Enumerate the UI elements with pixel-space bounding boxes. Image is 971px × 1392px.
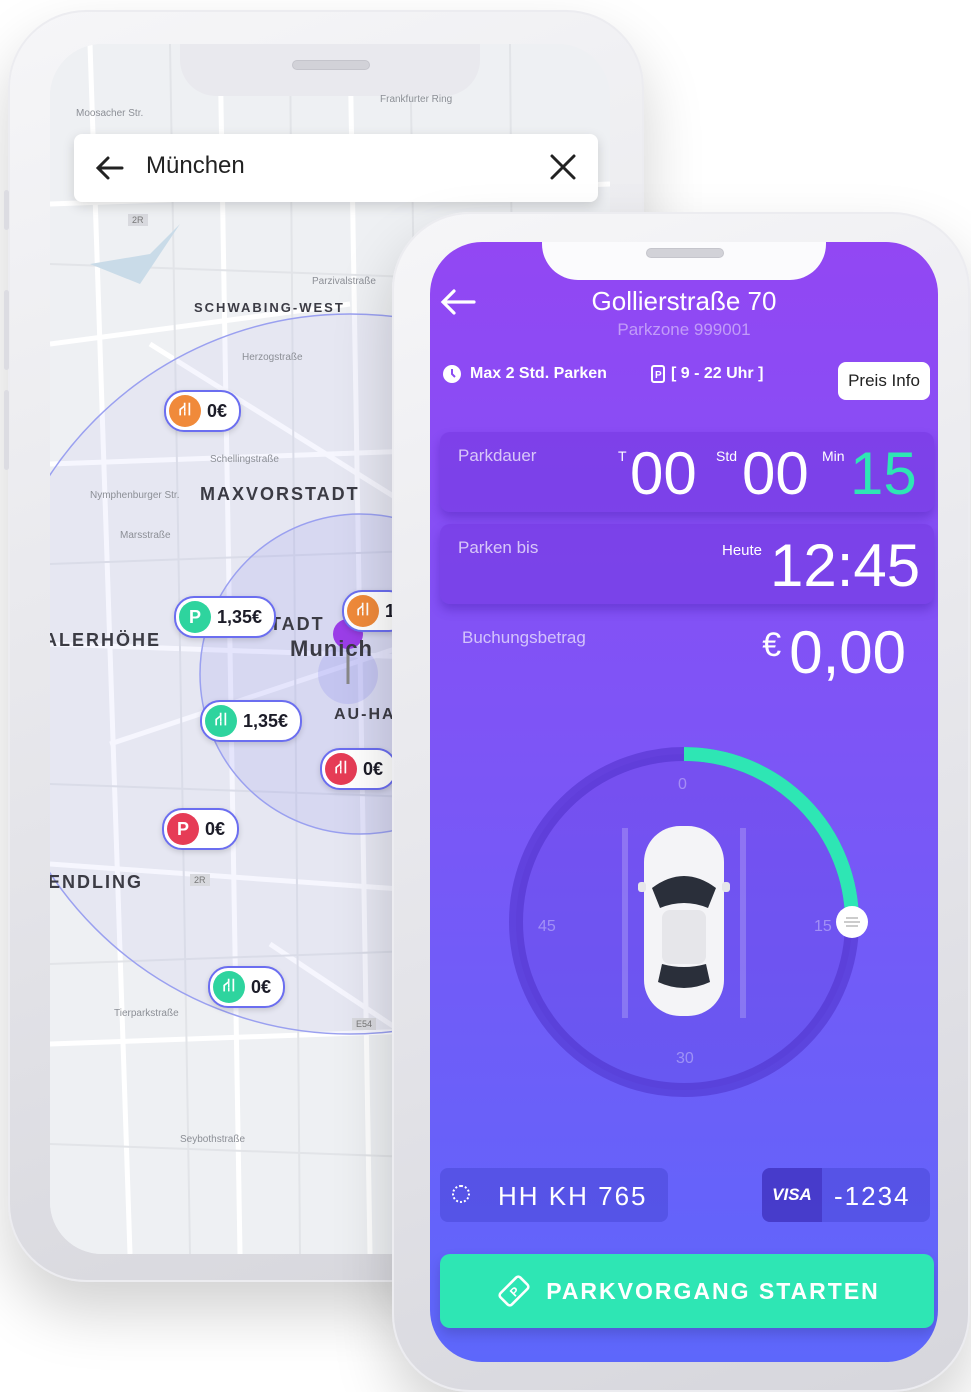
search-input[interactable]: München xyxy=(146,152,245,180)
parking-rules-row: Max 2 Std. Parken P [ 9 - 22 Uhr ] xyxy=(442,364,763,384)
parking-garage-icon: P xyxy=(179,601,211,633)
duration-card[interactable]: Parkdauer T 00 Std 00 Min 15 xyxy=(440,432,934,512)
parking-screen: Gollierstraße 70 Parkzone 999001 Max 2 S… xyxy=(430,242,938,1362)
dial-mark: 15 xyxy=(814,918,832,935)
minutes-value[interactable]: 15 xyxy=(850,444,917,504)
start-button-label: PARKVORGANG STARTEN xyxy=(546,1277,880,1304)
license-plate-selector[interactable]: HH KH 765 xyxy=(440,1168,668,1222)
parking-pin[interactable]: ⛙ 0€ xyxy=(320,748,398,790)
phone-side-button xyxy=(4,390,9,470)
search-bar[interactable]: München xyxy=(74,134,598,202)
end-day: Heute xyxy=(722,542,763,559)
parking-pin[interactable]: ⛙ 0€ xyxy=(208,966,286,1008)
parking-garage-icon: P xyxy=(167,813,199,845)
street-label: Nymphenburger Str. xyxy=(90,490,180,501)
parking-line xyxy=(740,828,746,1018)
street-label: Marsstraße xyxy=(120,530,171,541)
notch xyxy=(542,242,826,280)
road-badge: E54 xyxy=(352,1018,377,1030)
parking-pin[interactable]: ⛙ 1,35€ xyxy=(200,700,303,742)
parking-zone: Parkzone 999001 xyxy=(617,320,751,339)
street-label: Tierparkstraße xyxy=(114,1008,179,1019)
notch xyxy=(180,44,480,96)
close-icon[interactable] xyxy=(546,150,580,184)
dial-mark: 45 xyxy=(538,918,556,935)
hours-value[interactable]: 00 xyxy=(742,444,809,504)
ticket-icon: P xyxy=(498,1275,530,1307)
parking-pin[interactable]: P 0€ xyxy=(162,808,240,850)
back-arrow-icon[interactable] xyxy=(92,150,128,186)
payment-method-selector[interactable]: VISA -1234 xyxy=(762,1168,930,1222)
phone-side-button xyxy=(4,290,9,370)
street-parking-icon: ⛙ xyxy=(169,395,201,427)
street-label: Moosacher Str. xyxy=(76,108,144,119)
street-parking-icon: ⛙ xyxy=(325,753,357,785)
minutes-unit: Min xyxy=(822,448,845,464)
max-duration: Max 2 Std. Parken xyxy=(470,365,607,382)
street-label: Frankfurter Ring xyxy=(380,94,453,105)
street-label: Parzivalstraße xyxy=(312,276,376,287)
road-badge: 2R xyxy=(190,874,210,886)
district-label: ENDLING xyxy=(50,872,143,892)
clock-icon xyxy=(443,365,461,383)
price-info-button[interactable]: Preis Info xyxy=(838,362,930,400)
days-unit: T xyxy=(618,448,627,464)
street-label: Schellingstraße xyxy=(210,454,279,465)
plate-status-icon xyxy=(452,1185,470,1203)
ticket-icon: P xyxy=(650,365,665,383)
parking-line xyxy=(622,828,628,1018)
duration-label: Parkdauer xyxy=(458,446,537,465)
car-icon xyxy=(638,826,730,1016)
start-parking-button[interactable]: P PARKVORGANG STARTEN xyxy=(440,1254,934,1328)
parking-pin[interactable]: P 1,35€ xyxy=(174,596,277,638)
location-title: Gollierstraße 70 xyxy=(591,286,777,316)
amount-label: Buchungsbetrag xyxy=(462,628,586,647)
visa-logo: VISA xyxy=(762,1168,822,1222)
days-value[interactable]: 00 xyxy=(630,444,697,504)
parking-hours: [ 9 - 22 Uhr ] xyxy=(670,365,764,382)
svg-text:P: P xyxy=(655,370,662,381)
district-label: TADT xyxy=(270,614,325,634)
district-label: MAXVORSTADT xyxy=(200,484,360,504)
hours-unit: Std xyxy=(716,448,738,464)
end-label: Parken bis xyxy=(458,538,539,557)
end-time-card[interactable]: Parken bis Heute 12:45 xyxy=(440,524,934,604)
road-badge: 2R xyxy=(128,214,148,226)
street-label: Herzogstraße xyxy=(242,352,303,363)
district-label: SCHWABING-WEST xyxy=(194,300,345,315)
street-parking-icon: ⛙ xyxy=(347,595,379,627)
license-plate: HH KH 765 xyxy=(498,1181,648,1211)
amount-value: €0,00 xyxy=(762,619,906,686)
street-parking-icon: ⛙ xyxy=(213,971,245,1003)
city-label: Munich xyxy=(290,636,373,661)
district-label: AU-HA xyxy=(334,706,396,723)
street-parking-icon: ⛙ xyxy=(205,705,237,737)
district-label: ALERHÖHE xyxy=(50,630,162,650)
parking-pin[interactable]: ⛙ 0€ xyxy=(164,390,242,432)
dial-mark: 30 xyxy=(676,1050,694,1067)
dial-mark: 0 xyxy=(678,776,687,793)
street-label: Seybothstraße xyxy=(180,1134,246,1145)
phone-side-button xyxy=(4,190,9,230)
end-time[interactable]: 12:45 xyxy=(770,536,920,596)
card-last4: -1234 xyxy=(834,1181,911,1211)
parking-phone-frame: Gollierstraße 70 Parkzone 999001 Max 2 S… xyxy=(392,212,970,1392)
